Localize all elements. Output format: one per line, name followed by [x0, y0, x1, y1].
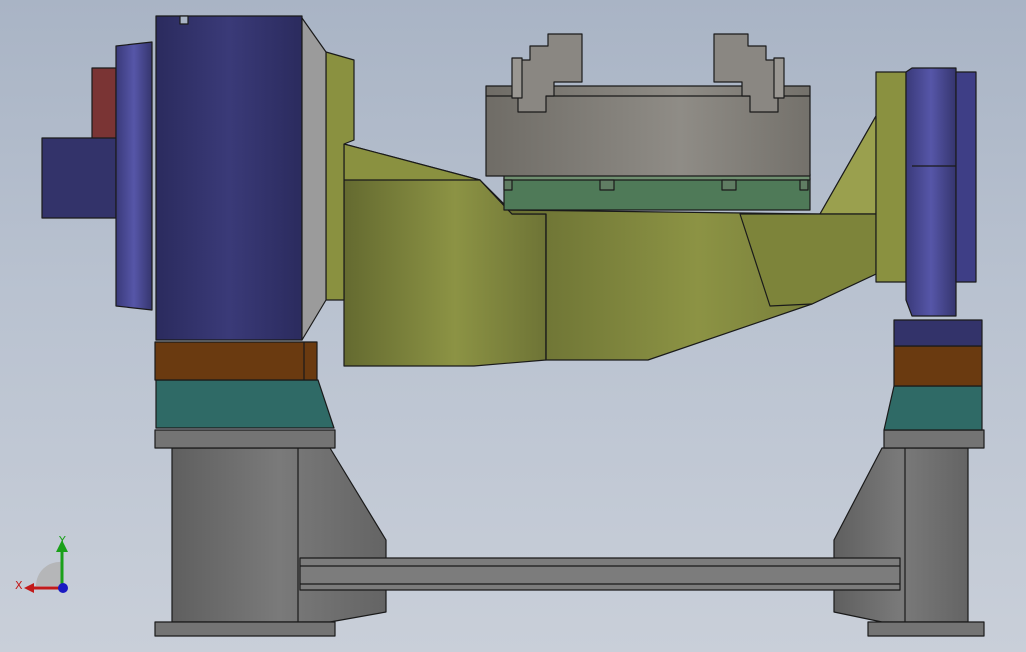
right-stand[interactable]: [833, 429, 985, 637]
left-base-plate[interactable]: [155, 379, 335, 429]
base-crossbar[interactable]: [299, 557, 901, 591]
right-motor-assembly[interactable]: [905, 67, 977, 317]
triad-x-label: X: [15, 579, 23, 592]
graphics-viewport[interactable]: Y X: [0, 0, 1026, 652]
triad-x-arrow: [24, 583, 34, 593]
triad-z-dot: [58, 583, 68, 593]
cad-model-view[interactable]: Y X: [0, 0, 1026, 652]
reference-triad: Y X: [15, 534, 68, 593]
right-base-plate[interactable]: [883, 385, 983, 431]
triad-y-label: Y: [58, 534, 66, 547]
mounting-plate[interactable]: [503, 173, 811, 211]
left-stand[interactable]: [154, 429, 387, 637]
left-bearing-block[interactable]: [154, 341, 318, 381]
left-motor-assembly[interactable]: [41, 15, 327, 341]
right-bearing-block[interactable]: [893, 319, 983, 387]
